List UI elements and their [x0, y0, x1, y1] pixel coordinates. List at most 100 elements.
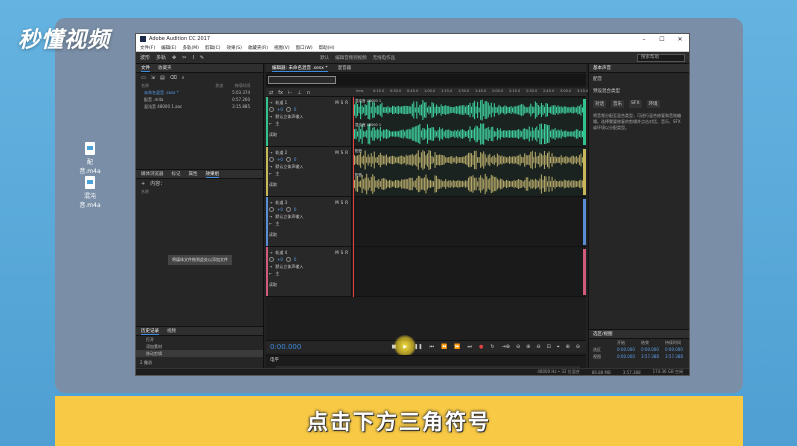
- menu-favorites[interactable]: 收藏夹(R): [248, 45, 268, 51]
- track-input[interactable]: 默认立体声输入: [275, 264, 303, 270]
- track-pan[interactable]: 0: [294, 107, 297, 112]
- file-row[interactable]: 未命名混音 .sesx * 5:03.374: [136, 89, 263, 96]
- time-selection-tool-icon[interactable]: I: [192, 55, 193, 61]
- zoom-in-icon[interactable]: ⊕: [566, 344, 570, 350]
- zoom-out-amplitude-icon[interactable]: ⊖: [516, 344, 520, 350]
- record-arm-button[interactable]: R: [345, 150, 348, 155]
- audio-clip[interactable]: 混沌音 48000 1: [352, 98, 586, 122]
- dialogue-button[interactable]: 对话: [593, 100, 606, 108]
- brush-tool-icon[interactable]: ✎: [200, 55, 204, 61]
- help-search-input[interactable]: 搜索帮助: [637, 53, 685, 62]
- go-to-end-icon[interactable]: ⏭: [467, 344, 472, 350]
- record-arm-button[interactable]: R: [345, 200, 348, 205]
- add-icon[interactable]: +: [141, 181, 145, 187]
- multitrack-view-button[interactable]: 多轨: [156, 54, 166, 61]
- time-ruler[interactable]: hms 0:15.0 0:30.0 0:45.0 1:00.0 1:15.0 1:30.0 1…: [354, 88, 588, 97]
- workspace-edit-video[interactable]: 编辑音频到视频: [335, 55, 367, 61]
- track-name[interactable]: 轨道 3: [275, 200, 287, 206]
- waveform-view-button[interactable]: 波形: [140, 54, 150, 61]
- audio-clip[interactable]: 配音: [352, 148, 586, 172]
- track-output[interactable]: 主: [275, 121, 279, 127]
- history-item[interactable]: 添加素材: [136, 343, 263, 350]
- tab-editor[interactable]: 编辑器: 未命名混音 .sesx *: [272, 65, 328, 72]
- track-lane[interactable]: [353, 247, 586, 297]
- tab-effects-rack[interactable]: 效果组: [205, 171, 219, 178]
- track-lane[interactable]: 配音 配音: [352, 147, 586, 197]
- track-input[interactable]: 默认立体声输入: [275, 214, 303, 220]
- track-name[interactable]: 轨道 1: [275, 100, 287, 106]
- track-pan[interactable]: 0: [294, 207, 297, 212]
- track-header[interactable]: ⇢ 轨道 2 M S R +0 0 → 默认立体声输入 ← 主 读取: [266, 147, 352, 197]
- fast-forward-icon[interactable]: ⏩: [454, 344, 460, 350]
- track-volume[interactable]: +0: [277, 207, 283, 212]
- automation-mode[interactable]: 读取: [269, 182, 277, 188]
- play-button[interactable]: ▶: [394, 335, 417, 357]
- workspace-radio[interactable]: 无线电作品: [373, 55, 396, 61]
- tab-video[interactable]: 视频: [167, 328, 176, 334]
- music-button[interactable]: 音乐: [611, 100, 624, 108]
- search-icon[interactable]: ⌕: [182, 75, 185, 81]
- file-row[interactable]: 混沌音 48000 1.aac 3:15.885: [136, 103, 263, 110]
- desktop-file-icon[interactable]: 混沌音.m4a: [77, 176, 103, 209]
- import-icon[interactable]: ⇲: [151, 75, 155, 81]
- zoom-full-icon[interactable]: ⊡: [547, 344, 551, 350]
- sends-icon[interactable]: ⊢: [288, 90, 292, 96]
- session-overview[interactable]: [266, 74, 586, 86]
- overview-viewport[interactable]: [268, 76, 336, 84]
- zoom-out-icon[interactable]: ⊖: [576, 344, 580, 350]
- menu-help[interactable]: 帮助(H): [319, 45, 335, 51]
- minimize-icon[interactable]: –: [635, 36, 653, 43]
- menu-effects[interactable]: 效果(S): [227, 45, 242, 51]
- tab-mixer[interactable]: 混音器: [338, 65, 352, 71]
- eq-icon[interactable]: ⊥: [297, 90, 301, 96]
- track-pan[interactable]: 0: [294, 257, 297, 262]
- mute-button[interactable]: M: [335, 250, 338, 255]
- menu-view[interactable]: 视图(V): [274, 45, 290, 51]
- history-item[interactable]: 移动剪辑: [136, 350, 263, 357]
- automation-mode[interactable]: 读取: [269, 232, 277, 238]
- zoom-in-amplitude-icon[interactable]: ⊕: [506, 344, 510, 350]
- solo-button[interactable]: S: [341, 200, 344, 205]
- sfx-button[interactable]: SFX: [629, 100, 642, 108]
- menu-file[interactable]: 文件(F): [140, 45, 155, 51]
- track-volume[interactable]: +0: [277, 157, 283, 162]
- razor-tool-icon[interactable]: ✂: [182, 55, 186, 61]
- menu-edit[interactable]: 编辑(E): [161, 45, 176, 51]
- loop-icon[interactable]: ↻: [490, 344, 494, 350]
- tab-markers[interactable]: 标记: [172, 171, 181, 177]
- audio-clip[interactable]: 配音: [352, 172, 586, 196]
- snap-icon[interactable]: ∩: [307, 90, 311, 96]
- desktop-file-icon[interactable]: 配音.m4a: [77, 142, 103, 175]
- record-arm-button[interactable]: R: [345, 250, 348, 255]
- track-name[interactable]: 轨道 2: [275, 150, 287, 156]
- close-icon[interactable]: ✕: [671, 36, 689, 43]
- track-input[interactable]: 默认立体声输入: [275, 114, 303, 120]
- file-row[interactable]: 配音 .m4a 0:57.260: [136, 96, 263, 103]
- go-to-start-icon[interactable]: ⏮: [429, 344, 434, 350]
- solo-button[interactable]: S: [341, 150, 344, 155]
- tab-favorites[interactable]: 收藏夹: [158, 65, 172, 71]
- mute-button[interactable]: M: [335, 100, 338, 105]
- new-file-icon[interactable]: ▤: [160, 75, 165, 81]
- audio-clip[interactable]: 混沌音 48000 1: [352, 122, 586, 146]
- playhead[interactable]: [353, 97, 354, 297]
- track-output[interactable]: 主: [275, 221, 279, 227]
- pan-knob-icon[interactable]: [285, 107, 291, 112]
- rewind-icon[interactable]: ⏪: [441, 344, 447, 350]
- track-output[interactable]: 主: [275, 171, 279, 177]
- mute-button[interactable]: M: [335, 150, 338, 155]
- tab-files[interactable]: 文件: [141, 65, 150, 72]
- track-volume[interactable]: +0: [277, 257, 283, 262]
- volume-knob-icon[interactable]: [269, 257, 274, 262]
- solo-button[interactable]: S: [341, 100, 344, 105]
- menu-clip[interactable]: 剪辑(C): [205, 45, 221, 51]
- ambience-button[interactable]: 环境: [646, 100, 660, 108]
- track-lane[interactable]: [353, 197, 586, 247]
- volume-knob-icon[interactable]: [269, 207, 274, 212]
- history-item[interactable]: 打开: [136, 336, 263, 343]
- track-header[interactable]: ⇢ 轨道 4 M S R +0 0 → 默认立体声输入 ← 主 读取: [266, 247, 352, 297]
- automation-mode[interactable]: 读取: [269, 282, 277, 288]
- io-toggle-icon[interactable]: ⇄: [269, 90, 273, 96]
- volume-knob-icon[interactable]: [269, 157, 274, 162]
- volume-knob-icon[interactable]: [269, 107, 274, 112]
